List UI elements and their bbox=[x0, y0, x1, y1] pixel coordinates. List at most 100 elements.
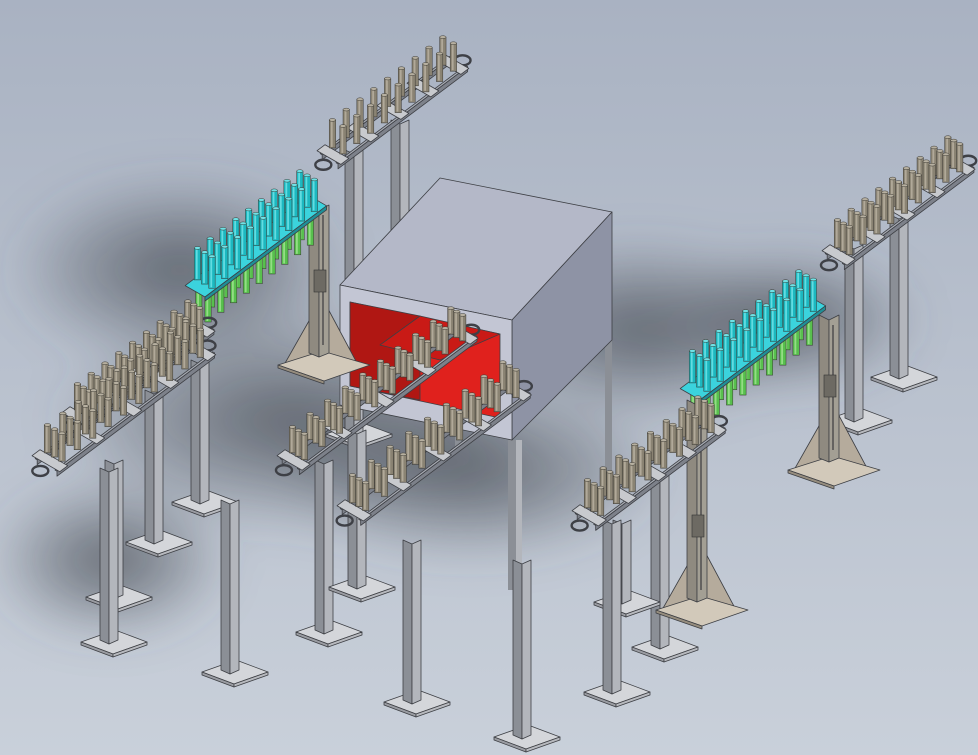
tube-top bbox=[707, 403, 715, 407]
lift-carriage bbox=[313, 269, 327, 293]
tube-top bbox=[318, 418, 326, 423]
post-face bbox=[844, 244, 855, 423]
tube-top bbox=[150, 362, 158, 366]
tube-top bbox=[411, 56, 419, 60]
tube bbox=[234, 235, 242, 270]
tube-top bbox=[283, 179, 291, 183]
tube bbox=[873, 204, 881, 235]
tube-highlight bbox=[254, 214, 257, 245]
tube-highlight bbox=[241, 224, 244, 255]
tube bbox=[104, 397, 112, 427]
tube-top bbox=[796, 287, 804, 292]
tube-top bbox=[384, 76, 392, 81]
tube-highlight bbox=[99, 395, 102, 422]
tube-highlight bbox=[599, 488, 601, 515]
tube bbox=[833, 218, 841, 249]
tube bbox=[644, 450, 652, 481]
post-face bbox=[144, 389, 155, 545]
tube bbox=[942, 152, 950, 183]
tube bbox=[393, 448, 401, 479]
tube-top bbox=[328, 118, 336, 122]
tube-highlight bbox=[326, 401, 328, 426]
tube-highlight bbox=[160, 349, 163, 376]
tube-highlight bbox=[869, 203, 872, 230]
tube-highlight bbox=[791, 286, 793, 317]
tube bbox=[380, 466, 388, 497]
tube bbox=[339, 124, 347, 155]
tube-top bbox=[845, 225, 853, 229]
tube-top bbox=[480, 374, 488, 378]
tube-highlight bbox=[320, 421, 323, 446]
tube-highlight bbox=[731, 340, 734, 371]
tube-highlight bbox=[677, 429, 680, 456]
tube-top bbox=[424, 416, 432, 421]
tube-highlight bbox=[902, 186, 905, 213]
tube-top bbox=[685, 411, 693, 415]
tube-top bbox=[400, 349, 408, 353]
tube bbox=[789, 283, 797, 318]
tube-top bbox=[709, 343, 717, 347]
tube-top bbox=[278, 192, 285, 197]
tube-top bbox=[265, 202, 273, 206]
tube-top bbox=[676, 426, 683, 431]
tube-top bbox=[101, 361, 109, 365]
tube-top bbox=[647, 430, 654, 435]
tube-top bbox=[182, 316, 190, 320]
tube-top bbox=[324, 398, 332, 403]
tube-top bbox=[505, 364, 513, 368]
tube bbox=[89, 408, 97, 439]
tube bbox=[362, 480, 370, 511]
tube-top bbox=[296, 169, 304, 173]
tube-top bbox=[257, 198, 265, 202]
tube-top bbox=[430, 420, 438, 424]
tube-top bbox=[628, 462, 636, 466]
tube bbox=[437, 424, 445, 455]
tube bbox=[660, 438, 668, 469]
tube-highlight bbox=[751, 316, 754, 347]
tube-highlight bbox=[855, 213, 858, 240]
tube-top bbox=[408, 72, 416, 76]
tube-highlight bbox=[361, 375, 364, 400]
tube bbox=[196, 327, 204, 358]
oven-conveyor-assembly-render bbox=[0, 0, 978, 755]
tube bbox=[300, 432, 308, 461]
tube-top bbox=[386, 445, 394, 449]
tube bbox=[908, 169, 916, 200]
tube-top bbox=[590, 482, 598, 486]
tube-highlight bbox=[671, 425, 674, 452]
tube-top bbox=[246, 225, 254, 230]
tube-highlight bbox=[662, 441, 664, 468]
tube-highlight bbox=[413, 437, 416, 464]
tube-top bbox=[168, 327, 176, 331]
tube-top bbox=[716, 347, 724, 351]
tube-top bbox=[162, 323, 170, 327]
tube-highlight bbox=[168, 353, 170, 380]
tube-highlight bbox=[378, 361, 381, 386]
tube-highlight bbox=[390, 368, 393, 393]
tube-top bbox=[742, 309, 750, 313]
tube-top bbox=[599, 466, 607, 470]
tube bbox=[418, 438, 426, 469]
post-face bbox=[889, 214, 900, 380]
tube-top bbox=[330, 402, 338, 406]
tube-top bbox=[950, 138, 958, 143]
tube bbox=[691, 414, 699, 445]
tube-top bbox=[942, 152, 950, 156]
tube-highlight bbox=[861, 217, 864, 244]
tube-top bbox=[399, 452, 407, 456]
tube bbox=[374, 462, 382, 493]
post-face bbox=[314, 459, 325, 635]
tube bbox=[770, 307, 777, 342]
tube-top bbox=[422, 62, 430, 66]
tube bbox=[174, 335, 182, 366]
tube bbox=[418, 336, 426, 365]
tube-top bbox=[97, 392, 105, 397]
tube-highlight bbox=[958, 144, 960, 171]
tube-highlight bbox=[425, 342, 428, 367]
tube bbox=[853, 211, 861, 242]
tube bbox=[756, 317, 764, 352]
tube-top bbox=[347, 389, 355, 393]
post-face bbox=[659, 469, 670, 650]
tube-top bbox=[93, 375, 101, 379]
tube-top bbox=[142, 330, 150, 334]
